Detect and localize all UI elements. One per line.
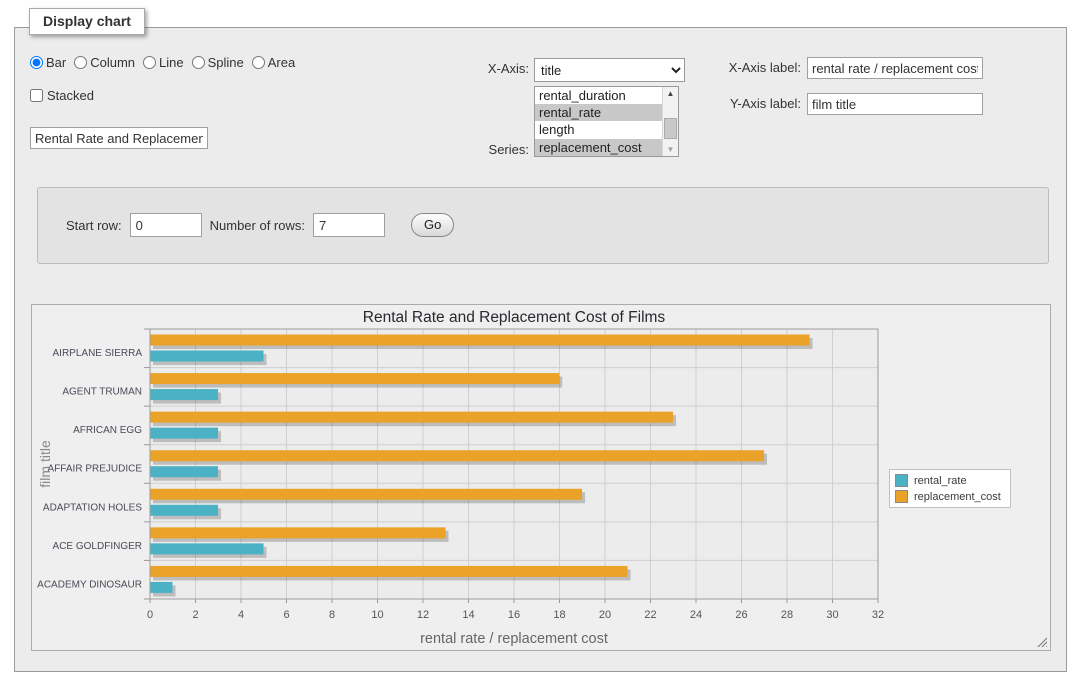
- chart-legend: rental_rate replacement_cost: [889, 469, 1011, 508]
- chart-title-input[interactable]: [30, 127, 208, 149]
- bar-rental_rate: [150, 351, 264, 362]
- chart-type-radio-spline[interactable]: [192, 56, 205, 69]
- x-tick-label: 2: [192, 609, 198, 621]
- chart-type-radio-area[interactable]: [252, 56, 265, 69]
- chart-panel: AIRPLANE SIERRA AGENT TRUMAN AFRICAN EGG AF…: [31, 304, 1051, 651]
- category-label: AGENT TRUMAN: [62, 387, 142, 398]
- x-axis-label-input[interactable]: [807, 57, 983, 79]
- num-rows-label: Number of rows:: [210, 218, 305, 233]
- display-chart-fieldset: Display chart BarColumnLineSplineArea St…: [14, 27, 1067, 672]
- scroll-thumb[interactable]: [664, 118, 677, 139]
- x-tick-label: 6: [283, 609, 289, 621]
- bar-rental_rate: [150, 543, 264, 554]
- x-tick-label: 16: [508, 609, 520, 621]
- x-tick-label: 0: [147, 609, 153, 621]
- legend-label: rental_rate: [914, 475, 967, 487]
- bar-replacement_cost: [150, 566, 628, 577]
- chart-type-option-line[interactable]: Line: [143, 55, 184, 70]
- bar-replacement_cost: [150, 335, 810, 346]
- bar-rental_rate: [150, 582, 173, 593]
- category-label: AFRICAN EGG: [73, 425, 142, 436]
- chart-type-radio-label: Area: [268, 55, 295, 70]
- chart-type-radio-label: Line: [159, 55, 184, 70]
- chart-type-option-bar[interactable]: Bar: [30, 55, 66, 70]
- start-row-input[interactable]: [130, 213, 202, 237]
- legend-swatch: [895, 490, 908, 503]
- chart-type-radio-column[interactable]: [74, 56, 87, 69]
- scroll-down-icon[interactable]: ▼: [663, 143, 678, 156]
- chart-type-radio-label: Bar: [46, 55, 66, 70]
- bar-rental_rate: [150, 428, 218, 439]
- x-tick-label: 22: [644, 609, 656, 621]
- bar-replacement_cost: [150, 450, 764, 461]
- x-axis-label-label: X-Axis label:: [661, 57, 801, 79]
- xaxis-label: X-Axis:: [419, 58, 529, 80]
- series-option-rental_rate[interactable]: rental_rate: [535, 104, 662, 121]
- x-tick-label: 14: [462, 609, 474, 621]
- chart-type-radio-label: Spline: [208, 55, 244, 70]
- chart-type-option-area[interactable]: Area: [252, 55, 295, 70]
- series-option-replacement_cost[interactable]: replacement_cost: [535, 139, 662, 156]
- bar-replacement_cost: [150, 489, 582, 500]
- chart-type-radio-bar[interactable]: [30, 56, 43, 69]
- x-tick-label: 18: [553, 609, 565, 621]
- legend-item-replacement_cost: replacement_cost: [895, 490, 1001, 503]
- chart-type-radio-label: Column: [90, 55, 135, 70]
- bar-rental_rate: [150, 466, 218, 477]
- chart-type-radios: Bar Column Line Spline Area: [30, 55, 295, 70]
- x-tick-label: 4: [238, 609, 244, 621]
- page: Display chart Bar Column Line Spline Area St…: [0, 0, 1081, 681]
- x-tick-label: 30: [826, 609, 838, 621]
- x-tick-label: 8: [329, 609, 335, 621]
- chart-type-radio-line[interactable]: [143, 56, 156, 69]
- series-options: rental_durationrental_ratelengthreplacem…: [535, 87, 662, 156]
- bar-rental_rate: [150, 389, 218, 400]
- legend-item-rental_rate: rental_rate: [895, 474, 1001, 487]
- stacked-checkbox[interactable]: [30, 89, 43, 102]
- chart-title: Rental Rate and Replacement Cost of Film…: [363, 309, 666, 326]
- x-tick-label: 24: [690, 609, 702, 621]
- chart-type-option-spline[interactable]: Spline: [192, 55, 244, 70]
- series-option-length[interactable]: length: [535, 121, 662, 138]
- stacked-option[interactable]: Stacked: [30, 88, 94, 103]
- x-tick-label: 28: [781, 609, 793, 621]
- go-button[interactable]: Go: [411, 213, 454, 237]
- stacked-label: Stacked: [47, 88, 94, 103]
- series-listbox[interactable]: rental_durationrental_ratelengthreplacem…: [534, 86, 679, 157]
- category-label: ACADEMY DINOSAUR: [37, 579, 142, 590]
- category-label: AIRPLANE SIERRA: [53, 348, 143, 359]
- rows-panel: Start row: Number of rows: Go: [37, 187, 1049, 264]
- bar-replacement_cost: [150, 527, 446, 538]
- y-axis-label-input[interactable]: [807, 93, 983, 115]
- x-tick-label: 12: [417, 609, 429, 621]
- fieldset-legend: Display chart: [29, 8, 145, 35]
- num-rows-input[interactable]: [313, 213, 385, 237]
- category-label: AFFAIR PREJUDICE: [48, 464, 143, 475]
- legend-swatch: [895, 474, 908, 487]
- x-tick-label: 26: [735, 609, 747, 621]
- y-axis-title: film title: [37, 440, 53, 488]
- x-tick-label: 20: [599, 609, 611, 621]
- series-option-rental_duration[interactable]: rental_duration: [535, 87, 662, 104]
- bar-replacement_cost: [150, 373, 559, 384]
- category-label: ACE GOLDFINGER: [53, 541, 142, 552]
- bar-rental_rate: [150, 505, 218, 516]
- bar-replacement_cost: [150, 412, 673, 423]
- x-tick-label: 32: [872, 609, 884, 621]
- x-axis-title: rental rate / replacement cost: [420, 631, 608, 647]
- category-label: ADAPTATION HOLES: [43, 502, 142, 513]
- chart-type-option-column[interactable]: Column: [74, 55, 135, 70]
- series-label: Series:: [419, 139, 529, 161]
- legend-label: replacement_cost: [914, 491, 1001, 503]
- x-tick-label: 10: [371, 609, 383, 621]
- start-row-label: Start row:: [66, 218, 122, 233]
- y-axis-label-label: Y-Axis label:: [661, 93, 801, 115]
- rows-controls: Start row: Number of rows: Go: [66, 213, 454, 237]
